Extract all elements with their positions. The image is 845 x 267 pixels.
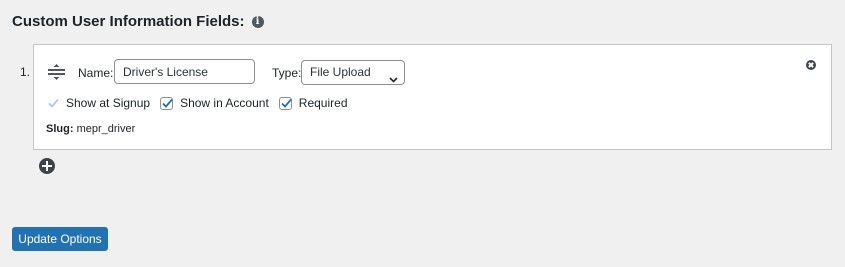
field-options: Show at Signup Show in Account Required (46, 96, 358, 110)
type-select-value: File Upload (310, 65, 371, 79)
show-at-signup-option: Show at Signup (46, 96, 150, 110)
slug-label: Slug: (46, 123, 74, 135)
section-title-text: Custom User Information Fields: (12, 13, 245, 30)
type-label: Type: (272, 66, 302, 80)
info-icon[interactable]: i (251, 15, 264, 28)
remove-field-icon[interactable] (806, 60, 816, 70)
show-at-signup-label: Show at Signup (66, 96, 151, 110)
slug: Slug: mepr_driver (46, 123, 135, 135)
name-label: Name: (78, 66, 114, 80)
required-option[interactable]: Required (278, 96, 348, 110)
show-at-signup-checkbox (46, 97, 59, 110)
checkmark-icon (162, 98, 173, 108)
custom-field-card: Name: Type: File Upload Show at Signup S… (33, 44, 832, 150)
checkmark-icon (281, 98, 292, 108)
add-field-icon[interactable] (39, 158, 55, 174)
required-label: Required (298, 96, 348, 110)
checkmark-icon (48, 98, 59, 108)
type-select[interactable]: File Upload (301, 60, 405, 85)
chevron-down-icon (389, 69, 398, 83)
show-in-account-option[interactable]: Show in Account (160, 96, 269, 110)
slug-value: mepr_driver (76, 123, 136, 135)
required-checkbox[interactable] (278, 96, 292, 110)
field-index: 1. (20, 65, 31, 79)
update-options-button[interactable]: Update Options (12, 227, 108, 251)
show-in-account-label: Show in Account (180, 96, 269, 110)
name-input[interactable] (114, 59, 255, 84)
drag-handle-icon[interactable] (48, 64, 65, 80)
show-in-account-checkbox[interactable] (160, 96, 174, 110)
section-title: Custom User Information Fields: i (12, 13, 264, 30)
